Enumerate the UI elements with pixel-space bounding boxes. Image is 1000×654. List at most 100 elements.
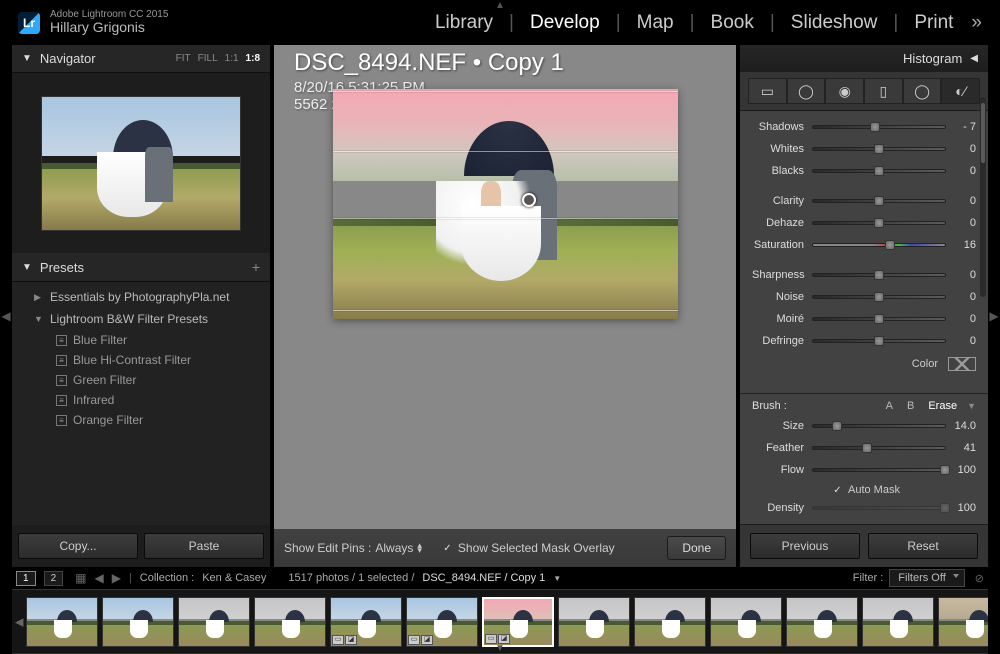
filmstrip-thumb[interactable]: [102, 597, 174, 647]
filmstrip-thumb[interactable]: [178, 597, 250, 647]
grad-filter-tool[interactable]: ▯: [864, 78, 903, 104]
nav-fwd-icon[interactable]: ▶: [112, 571, 121, 585]
lock-icon[interactable]: ⊘: [975, 572, 984, 585]
collection-name[interactable]: Ken & Casey: [202, 572, 266, 584]
dropdown-icon[interactable]: ▼: [553, 574, 561, 583]
preset-item[interactable]: ≡Green Filter: [12, 370, 270, 390]
disclosure-icon[interactable]: ▼: [967, 401, 976, 411]
slider-saturation[interactable]: Saturation16: [752, 235, 976, 255]
zoom-opt-fit[interactable]: FIT: [176, 53, 191, 64]
preset-icon: ≡: [56, 355, 67, 366]
slider-moiré[interactable]: Moiré0: [752, 309, 976, 329]
panel-toggle-left[interactable]: ◀: [1, 306, 11, 326]
slider-shadows[interactable]: Shadows- 7: [752, 117, 976, 137]
brush-tool[interactable]: ◐⁄: [941, 78, 980, 104]
brush-opt-b[interactable]: B: [907, 400, 914, 412]
reset-button[interactable]: Reset: [868, 533, 978, 559]
module-develop[interactable]: Develop: [524, 8, 606, 38]
module-book[interactable]: Book: [705, 8, 760, 38]
copy-button[interactable]: Copy...: [18, 533, 138, 559]
filmstrip-left[interactable]: ◀: [15, 615, 23, 628]
slider-clarity[interactable]: Clarity0: [752, 191, 976, 211]
grid-icon[interactable]: ▦: [75, 571, 86, 585]
done-button[interactable]: Done: [667, 536, 726, 560]
adjustment-pin[interactable]: [522, 193, 536, 207]
navigator-thumbnail[interactable]: [41, 96, 241, 231]
panel-toggle-top[interactable]: ▲: [495, 0, 505, 11]
slider-noise[interactable]: Noise0: [752, 287, 976, 307]
filmstrip-thumb[interactable]: [558, 597, 630, 647]
module-library[interactable]: Library: [429, 8, 499, 38]
panel-toggle-right[interactable]: ▶: [989, 306, 999, 326]
center-toolbar: Show Edit Pins : Always ▴▾ ✓ Show Select…: [274, 529, 736, 567]
brush-mode-opts[interactable]: A B Erase: [886, 400, 957, 412]
brush-opt-a[interactable]: A: [886, 400, 893, 412]
preset-item[interactable]: ≡Infrared: [12, 390, 270, 410]
panel-toggle-bottom[interactable]: ▼: [495, 643, 505, 654]
preset-item[interactable]: ≡Blue Hi-Contrast Filter: [12, 350, 270, 370]
preset-group[interactable]: ▼Lightroom B&W Filter Presets: [12, 308, 270, 330]
chevron-down-icon: ▼: [22, 262, 32, 273]
filmstrip-thumb[interactable]: [786, 597, 858, 647]
slider-dehaze[interactable]: Dehaze0: [752, 213, 976, 233]
main-photo[interactable]: [333, 89, 678, 319]
presets-header[interactable]: ▼ Presets +: [12, 253, 270, 282]
screen-1-button[interactable]: 1: [16, 571, 36, 586]
right-panel: Histogram ◀ ▭ ◯ ◉ ▯ ◯ ◐⁄ Shadows- 7White…: [740, 45, 988, 567]
filmstrip-thumb[interactable]: [26, 597, 98, 647]
paste-button[interactable]: Paste: [144, 533, 264, 559]
crop-tool[interactable]: ▭: [748, 78, 787, 104]
zoom-opt-1-8[interactable]: 1:8: [246, 53, 260, 64]
filmstrip-thumb[interactable]: [710, 597, 782, 647]
slider-sharpness[interactable]: Sharpness0: [752, 265, 976, 285]
photo-viewport[interactable]: [274, 113, 736, 529]
zoom-opt-fill[interactable]: FILL: [198, 53, 218, 64]
slider-blacks[interactable]: Blacks0: [752, 161, 976, 181]
current-photo[interactable]: DSC_8494.NEF / Copy 1: [422, 572, 545, 584]
spot-tool[interactable]: ◯: [787, 78, 826, 104]
filmstrip-thumb[interactable]: [862, 597, 934, 647]
right-buttons: Previous Reset: [740, 524, 988, 567]
navigator-preview[interactable]: [12, 73, 270, 253]
filmstrip-info: 1 2 ▦ ◀ ▶ | Collection : Ken & Casey 151…: [12, 567, 988, 589]
scrollbar[interactable]: [980, 97, 986, 297]
add-preset-button[interactable]: +: [252, 259, 260, 275]
filmstrip-thumb[interactable]: ▭◪: [330, 597, 402, 647]
slider-whites[interactable]: Whites0: [752, 139, 976, 159]
brush-opt-erase[interactable]: Erase: [928, 400, 957, 412]
module-print[interactable]: Print: [908, 8, 959, 38]
mask-overlay-checkbox[interactable]: ✓ Show Selected Mask Overlay: [442, 541, 615, 555]
filmstrip-thumb[interactable]: [634, 597, 706, 647]
filmstrip-thumb[interactable]: ▭◪: [482, 597, 554, 647]
checkmark-icon: ✓: [832, 485, 843, 496]
redeye-tool[interactable]: ◉: [825, 78, 864, 104]
filmstrip-thumb[interactable]: [938, 597, 988, 647]
navigator-header[interactable]: ▼ Navigator FITFILL1:11:8: [12, 45, 270, 73]
app-info: Adobe Lightroom CC 2015 Hillary Grigonis: [50, 9, 168, 35]
slider-defringe[interactable]: Defringe0: [752, 331, 976, 351]
preset-item[interactable]: ≡Blue Filter: [12, 330, 270, 350]
filter-dropdown[interactable]: Filters Off: [889, 569, 964, 587]
preset-group[interactable]: ▶Essentials by PhotographyPla.net: [12, 286, 270, 308]
module-slideshow[interactable]: Slideshow: [785, 8, 884, 38]
navigator-zoom-opts[interactable]: FIT FILL 1:1 1:8: [176, 53, 260, 64]
preset-item[interactable]: ≡Orange Filter: [12, 410, 270, 430]
brush-slider-size[interactable]: Size14.0: [752, 416, 976, 436]
module-map[interactable]: Map: [631, 8, 680, 38]
automask-checkbox[interactable]: ✓ Auto Mask: [752, 482, 976, 498]
screen-2-button[interactable]: 2: [44, 571, 64, 586]
brush-slider-feather[interactable]: Feather41: [752, 438, 976, 458]
more-modules-icon[interactable]: »: [971, 12, 982, 34]
brush-slider-flow[interactable]: Flow100: [752, 460, 976, 480]
edit-pins-dropdown[interactable]: Show Edit Pins : Always ▴▾: [284, 541, 422, 555]
radial-filter-tool[interactable]: ◯: [903, 78, 942, 104]
previous-button[interactable]: Previous: [750, 533, 860, 559]
color-swatch[interactable]: [948, 357, 976, 371]
histogram-header[interactable]: Histogram ◀: [740, 45, 988, 72]
filmstrip-thumb[interactable]: [254, 597, 326, 647]
filmstrip-thumb[interactable]: ▭◪: [406, 597, 478, 647]
user-name: Hillary Grigonis: [50, 20, 168, 35]
zoom-opt-1-1[interactable]: 1:1: [225, 53, 239, 64]
bottom-area: 1 2 ▦ ◀ ▶ | Collection : Ken & Casey 151…: [0, 567, 1000, 654]
nav-back-icon[interactable]: ◀: [94, 571, 103, 585]
